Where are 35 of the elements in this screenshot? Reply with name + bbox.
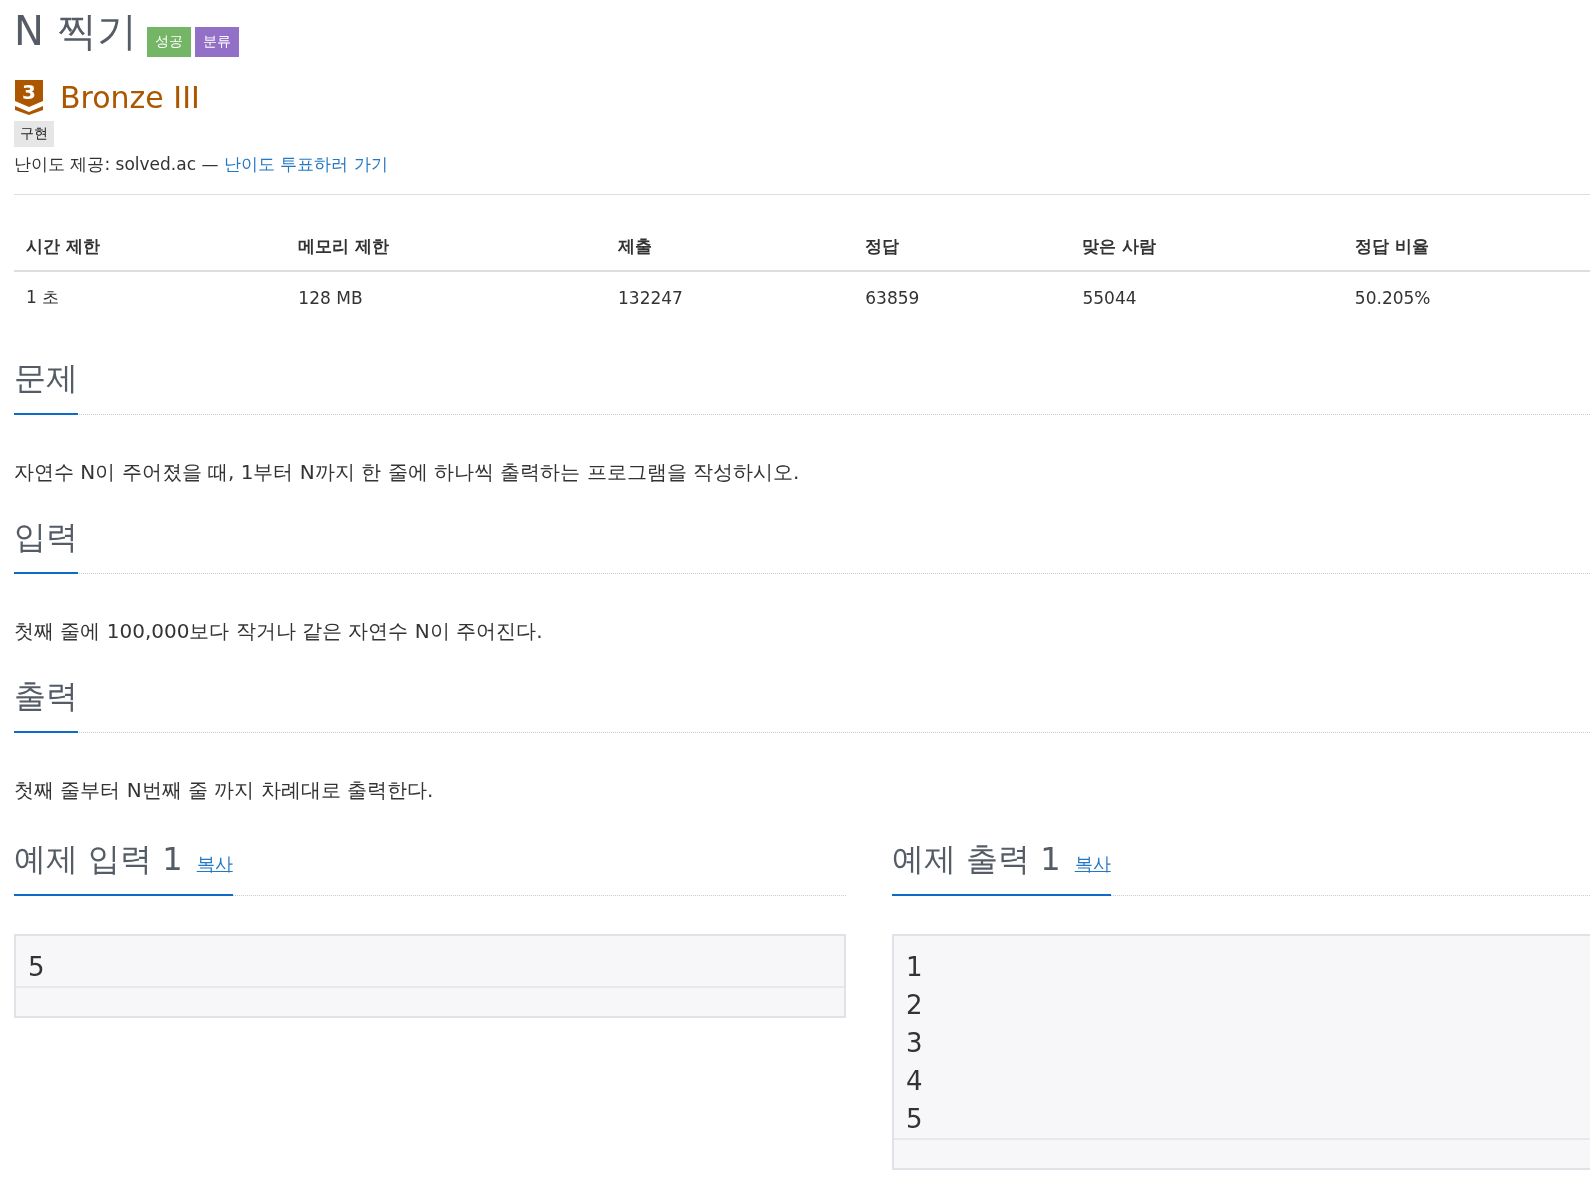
section-text: 첫째 줄부터 N번째 줄 까지 차례대로 출력한다. bbox=[14, 777, 435, 804]
section-heading: 입력 bbox=[14, 517, 78, 558]
copy-link[interactable]: 복사 bbox=[196, 852, 233, 876]
difficulty-note: 난이도 제공: solved.ac — 난이도 투표하러 가기 bbox=[14, 153, 389, 176]
tier-name: Bronze III bbox=[60, 79, 200, 115]
sample-line: 1 bbox=[906, 951, 924, 984]
column-header: 시간 제한 bbox=[14, 225, 287, 271]
section-text: 자연수 N이 주어졌을 때, 1부터 N까지 한 줄에 하나씩 출력하는 프로그램을 작성하시오. bbox=[14, 459, 801, 486]
sample-line: 2 bbox=[906, 989, 924, 1022]
table-cell: 55044 bbox=[1070, 271, 1343, 323]
column-header: 제출 bbox=[606, 225, 854, 271]
section-heading: 출력 bbox=[14, 676, 78, 717]
section-text: 첫째 줄에 100,000보다 작거나 같은 자연수 N이 주어진다. bbox=[14, 618, 544, 645]
table-cell: 50.205% bbox=[1342, 271, 1590, 323]
vote-link[interactable]: 난이도 투표하러 가기 bbox=[223, 154, 388, 174]
problem-title: N 찍기 bbox=[14, 7, 137, 56]
sample-line: 5 bbox=[28, 951, 46, 984]
sample-line: 3 bbox=[906, 1027, 924, 1060]
column-header: 맞은 사람 bbox=[1070, 225, 1343, 271]
column-header: 정답 비율 bbox=[1342, 225, 1590, 271]
sample-line: 4 bbox=[906, 1065, 924, 1098]
sample-line: 5 bbox=[906, 1103, 924, 1136]
table-cell: 63859 bbox=[853, 271, 1071, 323]
section-heading: 예제 입력 1 bbox=[14, 839, 183, 880]
column-header: 정답 bbox=[853, 225, 1071, 271]
column-header: 메모리 제한 bbox=[286, 225, 606, 271]
status-label: 성공 bbox=[146, 27, 191, 57]
copy-link[interactable]: 복사 bbox=[1074, 852, 1111, 876]
section-heading: 예제 출력 1 bbox=[892, 839, 1061, 880]
table-cell: 1 초 bbox=[14, 271, 287, 323]
section-heading: 문제 bbox=[14, 358, 78, 399]
status-label: 분류 bbox=[194, 27, 239, 57]
table-cell: 128 MB bbox=[286, 271, 606, 323]
algorithm-tag[interactable]: 구현 bbox=[14, 121, 54, 147]
table-cell: 132247 bbox=[606, 271, 854, 323]
